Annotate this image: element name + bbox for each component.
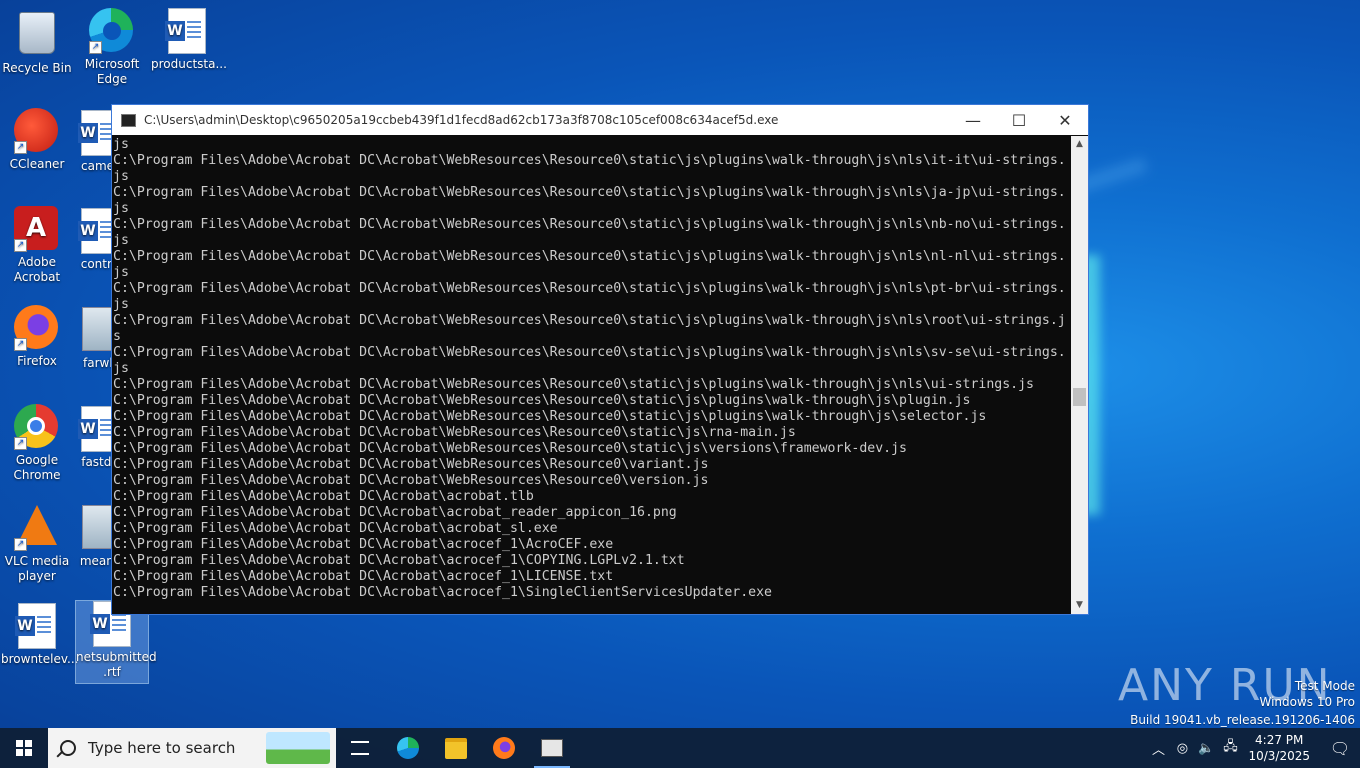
desktop-icon-label: productsta... [151,57,227,71]
console-output[interactable]: js C:\Program Files\Adobe\Acrobat DC\Acr… [112,136,1073,614]
close-button[interactable]: ✕ [1042,105,1088,135]
notification-center-icon[interactable]: 🗨 [1320,739,1360,758]
clock[interactable]: 4:27 PM 10/3/2025 [1248,732,1310,764]
vertical-scrollbar[interactable]: ▲ ▼ [1071,136,1088,614]
desktop-icon-vlc[interactable]: ↗ VLC media player [1,503,73,584]
start-button[interactable] [0,728,48,768]
folder-icon [445,737,467,759]
close-icon: ✕ [1058,110,1072,130]
console-titlebar[interactable]: C:\Users\admin\Desktop\c9650205a19ccbeb4… [112,105,1088,135]
desktop-icon-browntelev[interactable]: W browntelev... [1,603,79,667]
taskbar: Type here to search ︿ ◎ 🔈 🖧 4:27 PM 10/3… [0,728,1360,768]
firefox-icon: ↗ [14,305,60,351]
clock-date: 10/3/2025 [1248,749,1310,763]
network-icon[interactable]: 🖧 [1218,737,1242,759]
desktop-icon-adobe-acrobat[interactable]: A ↗ Adobe Acrobat [1,206,73,285]
desktop-icon-label: CCleaner [9,157,65,171]
desktop-icon-label: Recycle Bin [2,61,72,75]
build-text: Build 19041.vb_release.191206-1406 [1130,713,1355,727]
vlc-icon: ↗ [14,505,60,551]
desktop-icon-label: netsubmitted .rtf [76,650,157,679]
test-mode-text: Test Mode [1294,679,1355,693]
desktop-icon-ccleaner[interactable]: ↗ CCleaner [1,108,73,172]
recycle-bin-icon [14,12,60,58]
firefox-icon [493,737,515,759]
task-view-button[interactable] [336,728,384,768]
edge-icon: ↗ [89,8,135,54]
maximize-icon: ☐ [1011,110,1027,130]
console-title: C:\Users\admin\Desktop\c9650205a19ccbeb4… [144,113,779,127]
ccleaner-icon: ↗ [14,108,60,154]
word-document-icon: W [14,603,60,649]
search-highlight-image [266,732,330,764]
console-window[interactable]: C:\Users\admin\Desktop\c9650205a19ccbeb4… [111,104,1089,615]
scroll-up-arrow-icon[interactable]: ▲ [1071,136,1088,153]
desktop-icon-label: VLC media player [4,554,70,583]
desktop-icon-label: Adobe Acrobat [13,255,61,284]
taskbar-edge[interactable] [384,728,432,768]
minimize-button[interactable]: — [950,105,996,135]
desktop-icon-microsoft-edge[interactable]: ↗ Microsoft Edge [76,8,148,87]
desktop-icon-label: Firefox [17,354,57,368]
console-text: js C:\Program Files\Adobe\Acrobat DC\Acr… [113,137,1066,600]
console-app-icon [541,739,563,757]
volume-icon[interactable]: 🔈 [1194,741,1218,756]
system-tray: ︿ ◎ 🔈 🖧 4:27 PM 10/3/2025 🗨 [1146,728,1360,768]
meet-now-icon[interactable]: ◎ [1170,741,1194,756]
chrome-icon: ↗ [14,404,60,450]
os-edition-text: Windows 10 Pro [1259,695,1355,709]
desktop-icon-label: Microsoft Edge [84,57,140,86]
desktop-icon-google-chrome[interactable]: ↗ Google Chrome [1,404,73,483]
search-icon [60,740,76,756]
taskbar-console-app[interactable] [528,728,576,768]
desktop-icon-productsta[interactable]: W productsta... [151,8,227,72]
taskbar-firefox[interactable] [480,728,528,768]
scrollbar-thumb[interactable] [1073,388,1086,406]
adobe-acrobat-icon: A ↗ [14,206,60,252]
clock-time: 4:27 PM [1255,733,1304,747]
minimize-icon: — [965,110,981,130]
desktop-icon-firefox[interactable]: ↗ Firefox [1,305,73,369]
task-view-icon [351,741,369,755]
desktop-icon-label: Google Chrome [13,453,61,482]
console-app-icon [121,113,136,127]
scroll-down-arrow-icon[interactable]: ▼ [1071,597,1088,614]
taskbar-search-box[interactable]: Type here to search [48,728,336,768]
windows-logo-icon [16,740,32,756]
desktop-icon-recycle-bin[interactable]: Recycle Bin [1,8,73,76]
edge-icon [397,737,419,759]
search-placeholder: Type here to search [88,739,236,757]
desktop-icon-label: browntelev... [1,652,79,666]
chevron-up-icon[interactable]: ︿ [1146,739,1170,758]
word-document-icon: W [164,8,210,54]
maximize-button[interactable]: ☐ [996,105,1042,135]
taskbar-file-explorer[interactable] [432,728,480,768]
